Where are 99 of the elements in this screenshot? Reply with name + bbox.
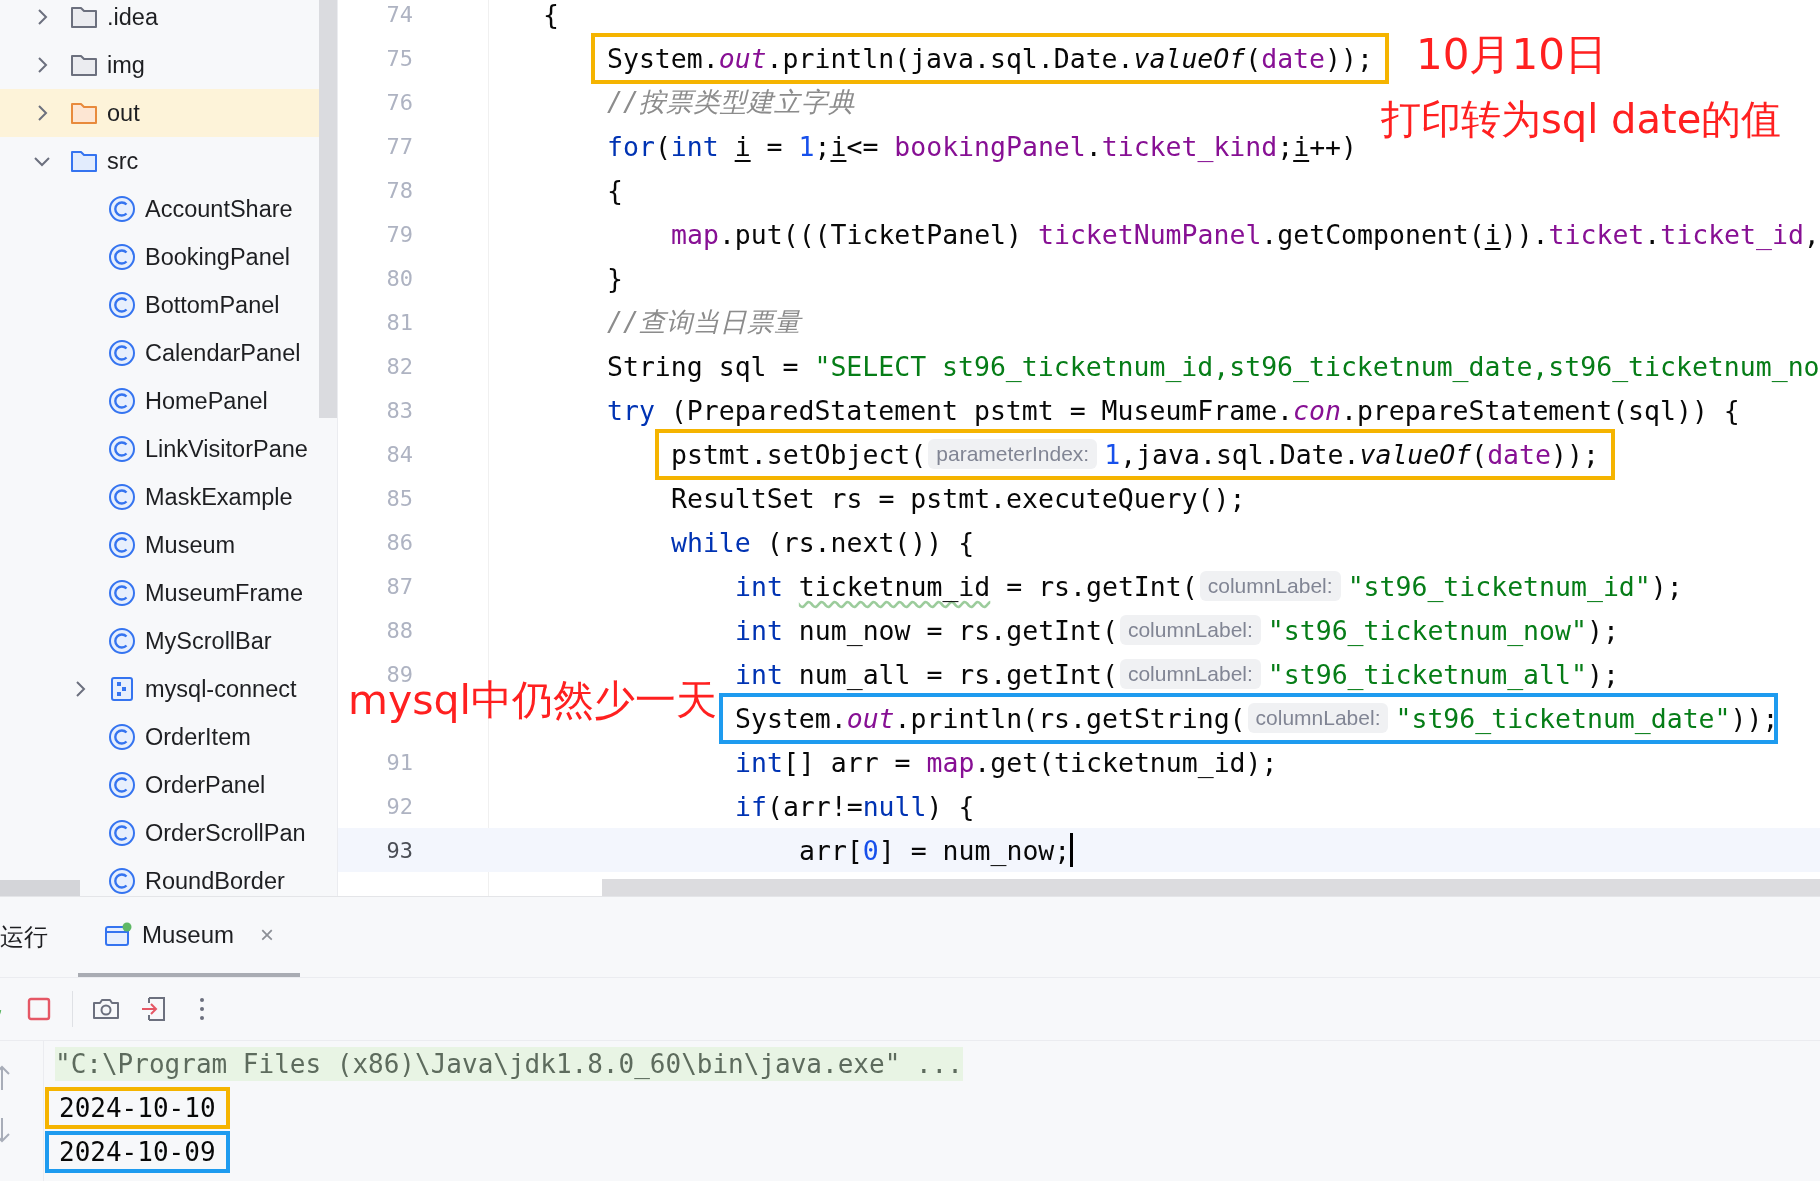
line-number: 80 (386, 265, 413, 291)
line-number: 83 (386, 397, 413, 423)
class-icon (108, 723, 136, 751)
tree-item[interactable]: AccountShare (0, 185, 319, 233)
tab[interactable]: Museum × (78, 897, 301, 977)
code-text: { (543, 0, 559, 30)
line-number: 84 (386, 441, 413, 467)
tree-item[interactable]: .idea (0, 0, 319, 41)
tree-item[interactable]: src (0, 137, 319, 185)
line-number: 76 (386, 89, 413, 115)
class-icon (108, 483, 136, 511)
annotation: 10月10日 (1416, 32, 1607, 79)
tree-item[interactable]: mysql-connect (0, 665, 319, 713)
class-icon (108, 627, 136, 655)
code-text: int ticketnum_id = rs.getInt( (735, 570, 1198, 602)
tree-item[interactable]: MaskExample (0, 473, 319, 521)
class-icon (108, 243, 136, 271)
code-text: map.put(((TicketPanel) ticketNumPanel.getComponent(i)).ticket.ticket_id, (671, 218, 1820, 250)
class-icon (108, 771, 136, 799)
line-number: 87 (386, 573, 413, 599)
console-output: 2024-10-09 (59, 1136, 216, 1169)
code-text: ResultSet rs = pstmt.executeQuery(); (671, 482, 1246, 514)
inlay-hint: columnLabel: (1247, 703, 1389, 733)
line-number: 79 (386, 221, 413, 247)
folder-icon (70, 100, 98, 126)
code-text: while (rs.next()) { (671, 526, 975, 558)
text-caret (1070, 833, 1074, 867)
tree-item[interactable]: RoundBorder (0, 857, 319, 896)
annotation: 打印转为sql date的值 (1381, 97, 1782, 141)
line-number: 85 (386, 485, 413, 511)
class-icon (108, 531, 136, 559)
code-text: 1,java.sql.Date.valueOf(date)); (1104, 438, 1599, 470)
code-text: for(int i = 1;i<= bookingPanel.ticket_kind;i++) (607, 130, 1358, 162)
console-output: "C:\Program Files (x86)\Java\jdk1.8.0_60\bin\java.exe" ... (55, 1047, 963, 1081)
panel-title: 运行 (0, 922, 48, 952)
code-text: int num_now = rs.getInt( (735, 614, 1118, 646)
inlay-hint: columnLabel: (1199, 571, 1341, 601)
folder-icon (70, 148, 98, 174)
folder-icon (70, 52, 98, 78)
code-text: arr[0] = num_now; (799, 834, 1071, 866)
line-number: 93 (386, 837, 413, 863)
code-text: //查询当日票量 (607, 305, 801, 339)
line-number: 82 (386, 353, 413, 379)
class-icon (108, 819, 136, 847)
folder-icon (70, 4, 98, 30)
scrollbar[interactable] (602, 879, 1820, 896)
line-number: 78 (386, 177, 413, 203)
inlay-hint: parameterIndex: (928, 439, 1098, 469)
class-icon (108, 195, 136, 223)
class-icon (108, 339, 136, 367)
line-number: 86 (386, 529, 413, 555)
code-text: System.out.println(rs.getString( (735, 702, 1246, 734)
class-icon (108, 435, 136, 463)
line-number: 91 (386, 749, 413, 775)
tree-item[interactable]: BookingPanel (0, 233, 319, 281)
tree-item[interactable]: HomePanel (0, 377, 319, 425)
inlay-hint: columnLabel: (1119, 615, 1261, 645)
tree-item[interactable]: out (0, 89, 319, 137)
console-output: 2024-10-10 (59, 1092, 216, 1125)
class-icon (108, 867, 136, 895)
code-text: int num_all = rs.getInt( (735, 658, 1118, 690)
tree-item[interactable]: BottomPanel (0, 281, 319, 329)
code-text: "st96_ticketnum_now"); (1267, 614, 1619, 646)
code-text: "st96_ticketnum_date")) (1395, 702, 1763, 734)
code-text: int[] arr = map.get(ticketnum_id); (735, 746, 1278, 778)
tree-item[interactable]: CalendarPanel (0, 329, 319, 377)
code-text: //按票类型建立字典 (607, 85, 855, 119)
code-text: try (PreparedStatement pstmt = MuseumFrame.con.prepareStatement(sql)) { (607, 394, 1740, 426)
scrollbar[interactable] (0, 880, 80, 896)
line-number: 92 (386, 793, 413, 819)
line-number: 77 (386, 133, 413, 159)
tree-item[interactable]: LinkVisitorPane (0, 425, 319, 473)
tree-item[interactable]: img (0, 41, 319, 89)
tree-item[interactable]: OrderPanel (0, 761, 319, 809)
code-text: "st96_ticketnum_all"); (1267, 658, 1619, 690)
code-text: { (607, 174, 623, 206)
scrollbar[interactable] (319, 0, 337, 418)
inlay-hint: columnLabel: (1119, 659, 1261, 689)
code-text: "st96_ticketnum_id"); (1347, 570, 1683, 602)
class-icon (108, 387, 136, 415)
window-icon (104, 922, 132, 948)
code-text: if(arr!=null) { (735, 790, 975, 822)
line-number: 74 (386, 1, 413, 27)
tree-item[interactable]: OrderScrollPan (0, 809, 319, 857)
line-number: 81 (386, 309, 413, 335)
tree-item[interactable]: OrderItem (0, 713, 319, 761)
line-number: 75 (386, 45, 413, 71)
code-text: String sql = "SELECT st96_ticketnum_id,st96_ticketnum_date,st96_ticketnum_no (607, 350, 1820, 382)
class-icon (108, 291, 136, 319)
code-text: pstmt.setObject( (671, 438, 927, 470)
class-icon (108, 579, 136, 607)
tree-item[interactable]: MyScrollBar (0, 617, 319, 665)
code-text: } (607, 262, 623, 294)
code-text: ; (1762, 702, 1779, 734)
library-icon (108, 675, 136, 703)
tree-item[interactable]: MuseumFrame (0, 569, 319, 617)
code-text: System.out.println(java.sql.Date.valueOf(date)); (607, 42, 1373, 74)
line-number: 88 (386, 617, 413, 643)
tree-item[interactable]: Museum (0, 521, 319, 569)
